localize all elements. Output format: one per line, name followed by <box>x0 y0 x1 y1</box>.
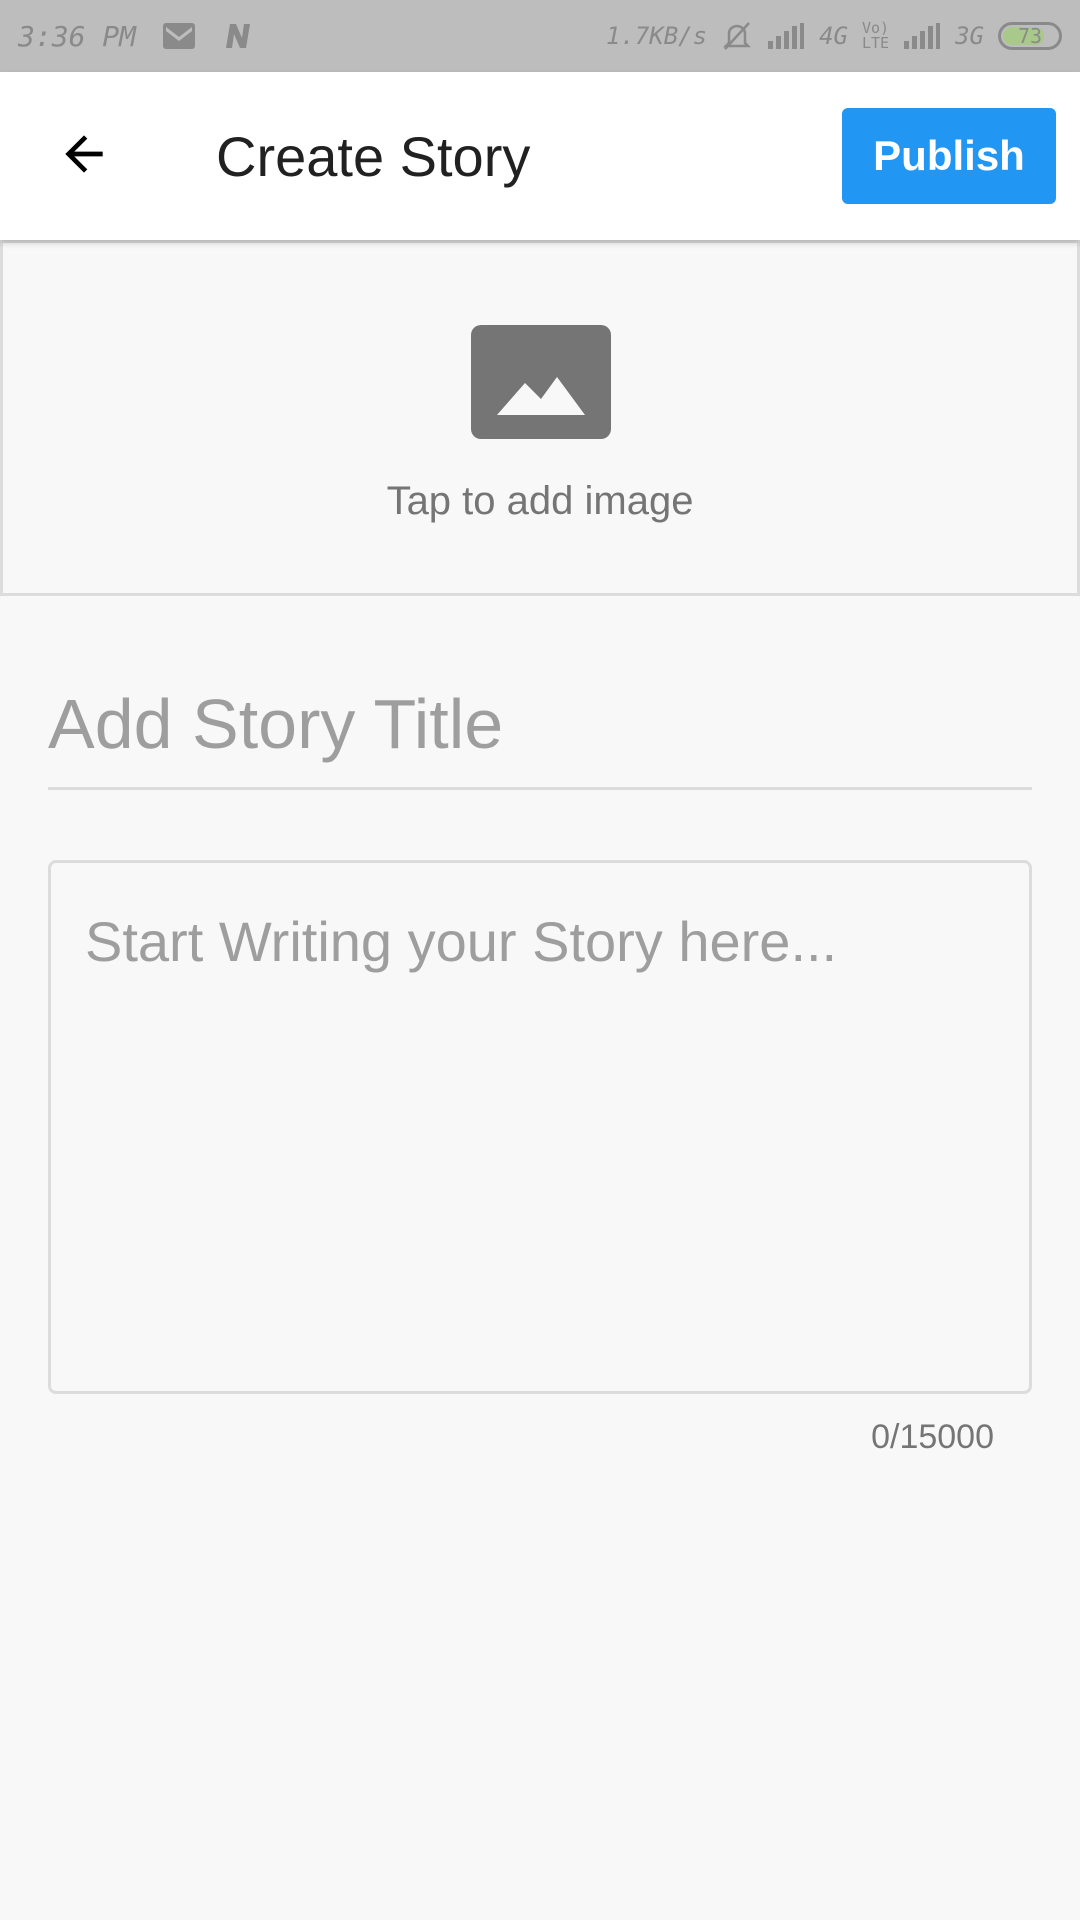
battery-level: 73 <box>1017 24 1043 48</box>
status-bar: 3:36 PM 1.7KB/s 4G Vo) LTE 3G 73 <box>0 0 1080 72</box>
publish-button[interactable]: Publish <box>842 108 1056 204</box>
network-speed: 1.7KB/s <box>605 22 708 50</box>
signal-icon <box>767 23 805 49</box>
mute-icon <box>721 21 753 51</box>
signal-icon <box>903 23 941 49</box>
add-image-area[interactable]: Tap to add image <box>0 240 1080 596</box>
image-icon <box>471 325 611 439</box>
volte-badge: Vo) LTE <box>862 21 889 51</box>
battery-icon: 73 <box>998 22 1062 50</box>
network-4g-label: 4G <box>819 22 848 50</box>
page-title: Create Story <box>216 124 531 188</box>
volte-bottom: LTE <box>862 34 890 52</box>
story-body-input[interactable] <box>48 860 1032 1394</box>
gmail-icon <box>162 22 196 50</box>
arrow-back-icon <box>56 126 112 187</box>
story-title-input[interactable] <box>48 660 1032 790</box>
network-3g-label: 3G <box>955 22 984 50</box>
n-icon <box>222 22 256 50</box>
back-button[interactable] <box>44 116 124 196</box>
status-time: 3:36 PM <box>18 19 137 53</box>
character-counter: 0/15000 <box>871 1418 994 1456</box>
app-bar: Create Story Publish <box>0 72 1080 240</box>
add-image-label: Tap to add image <box>386 479 694 523</box>
